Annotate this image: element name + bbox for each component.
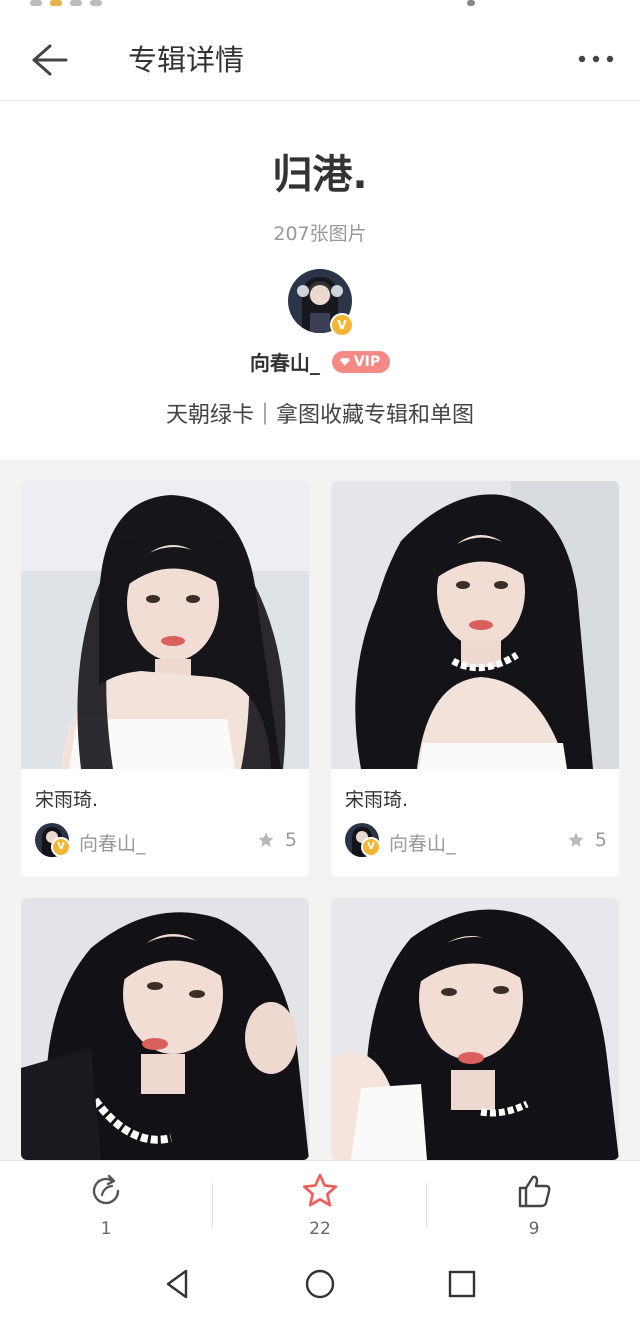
repost-icon [92,1174,120,1205]
nav-recent-icon [448,1270,476,1298]
status-icons [30,0,102,6]
author-line: 向春山_ VIP [0,347,640,376]
image-count: 207张图片 [273,223,367,245]
signal-icon [467,0,475,6]
card-caption: 宋雨琦. [345,789,409,811]
image-card[interactable] [331,898,619,1160]
card-star-count: 5 [594,829,607,851]
image-card[interactable]: 宋雨琦. V 向春山_ 5 [331,481,619,877]
card-image[interactable] [331,898,619,1160]
album-header: 归港. 207张图片 V 向春山_ VIP 天朝绿卡｜拿图收藏专辑和单图 [0,101,640,460]
card-image[interactable] [21,481,309,769]
card-image[interactable] [21,898,309,1160]
like-count: 9 [528,1219,540,1239]
nav-back-icon [166,1269,188,1299]
card-image[interactable] [331,481,619,769]
page-title: 专辑详情 [128,43,245,77]
divider [426,1183,427,1227]
back-arrow-icon [32,44,68,76]
card-star-count: 5 [284,829,297,851]
card-meta: V 向春山_ 5 [35,823,297,857]
divider [212,1183,213,1227]
top-bar: 专辑详情 [0,18,640,101]
nav-recent-button[interactable] [444,1266,480,1302]
verified-badge-icon: V [51,837,71,857]
more-button[interactable] [576,44,616,74]
card-meta: V 向春山_ 5 [345,823,607,857]
repost-count: 1 [100,1219,112,1239]
author-bio: 天朝绿卡｜拿图收藏专辑和单图 [165,403,474,428]
nav-back-button[interactable] [160,1266,196,1302]
verified-badge-icon: V [361,837,381,857]
favorite-button[interactable]: 22 [280,1171,360,1239]
image-card[interactable] [21,898,309,1160]
star-icon [258,832,274,847]
nav-home-button[interactable] [302,1266,338,1302]
system-nav-bar [0,1248,640,1318]
album-title: 归港. [272,152,368,198]
nav-home-icon [305,1269,335,1299]
star-icon [302,1173,338,1207]
repost-button[interactable]: 1 [66,1171,146,1239]
card-caption: 宋雨琦. [35,789,99,811]
status-bar [0,0,640,18]
card-author-name[interactable]: 向春山_ [389,829,456,856]
action-bar: 1 22 9 [0,1160,640,1249]
more-dots-icon [578,55,614,63]
back-button[interactable] [28,40,72,80]
card-author-name[interactable]: 向春山_ [79,829,146,856]
favorite-count: 22 [309,1219,331,1239]
like-button[interactable]: 9 [494,1171,574,1239]
author-name[interactable]: 向春山_ [250,347,320,376]
image-card[interactable]: 宋雨琦. V 向春山_ 5 [21,481,309,877]
thumbs-up-icon [518,1175,551,1208]
star-icon [568,832,584,847]
verified-badge-icon: V [330,313,354,337]
vip-badge: VIP [331,350,391,373]
diamond-icon [339,357,350,366]
